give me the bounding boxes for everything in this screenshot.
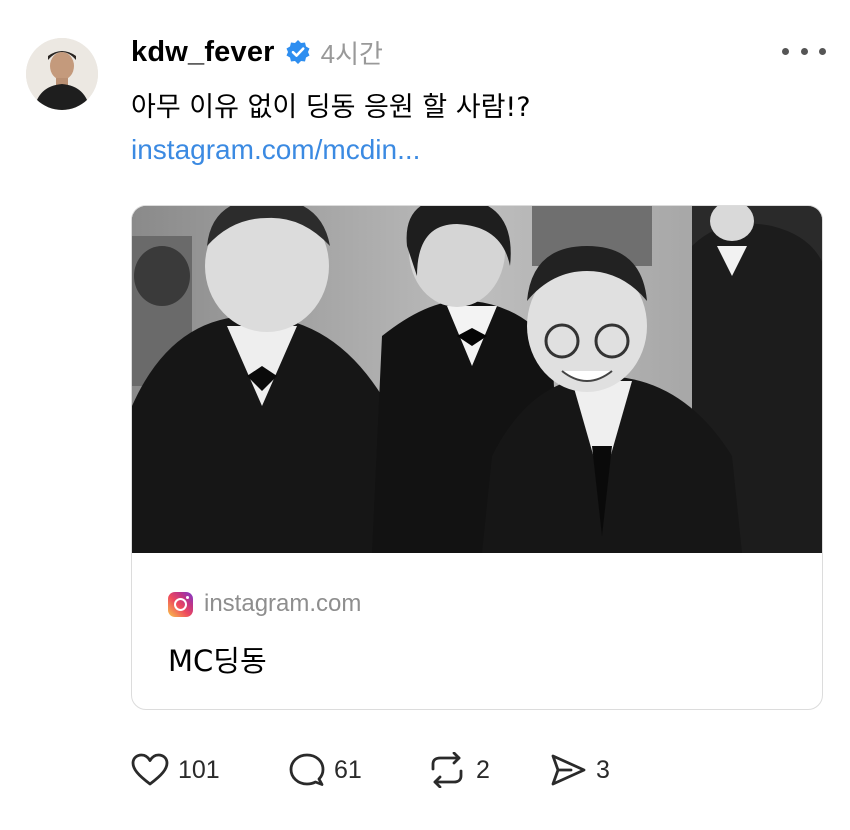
comment-bubble-icon: [289, 752, 325, 788]
send-icon: [549, 752, 587, 788]
reply-button[interactable]: 61: [289, 752, 427, 788]
share-button[interactable]: 3: [549, 752, 639, 788]
card-domain: instagram.com: [204, 590, 362, 617]
verified-badge-icon: [285, 39, 311, 65]
post-link[interactable]: instagram.com/mcdin...: [131, 134, 420, 166]
repost-icon: [427, 752, 467, 788]
more-dot: [800, 47, 808, 55]
card-source: instagram.com: [168, 590, 361, 618]
repost-count: 2: [476, 755, 490, 784]
link-preview-card[interactable]: instagram.com MC딩동: [131, 205, 823, 710]
threads-post: kdw_fever 4시간 아무 이유 없이 딩동 응원 할 사람!? inst…: [0, 0, 850, 830]
action-bar: 101 61 2 3: [131, 750, 639, 790]
like-count: 101: [178, 755, 220, 784]
avatar[interactable]: [26, 38, 98, 110]
reply-count: 61: [334, 755, 362, 784]
like-button[interactable]: 101: [131, 753, 289, 787]
instagram-icon: [168, 591, 193, 617]
post-timestamp: 4시간: [320, 38, 383, 69]
post-header: kdw_fever 4시간: [131, 32, 383, 72]
more-dot: [819, 47, 826, 55]
username[interactable]: kdw_fever: [131, 36, 275, 69]
post-text: 아무 이유 없이 딩동 응원 할 사람!?: [131, 92, 531, 123]
card-title: MC딩동: [168, 644, 267, 678]
repost-button[interactable]: 2: [427, 752, 549, 788]
share-count: 3: [596, 755, 610, 784]
more-dot: [782, 47, 789, 55]
more-options-icon[interactable]: [778, 37, 830, 65]
card-photo: [132, 206, 822, 553]
heart-icon: [131, 753, 169, 787]
